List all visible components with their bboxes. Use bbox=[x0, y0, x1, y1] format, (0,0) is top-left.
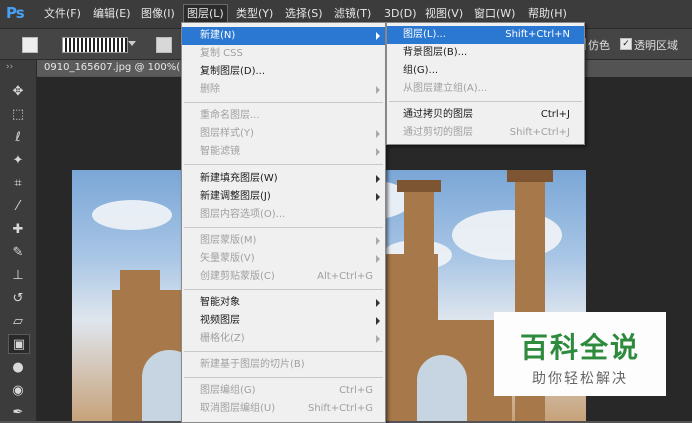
new-submenu: 图层(L)... Shift+Ctrl+N 背景图层(B)... 组(G)... … bbox=[386, 22, 585, 145]
healing-brush-icon[interactable]: ✚ bbox=[8, 220, 28, 238]
menu-item-rename-layer[interactable]: 重命名图层... bbox=[182, 107, 385, 125]
brush-icon[interactable]: ✎ bbox=[8, 243, 28, 261]
menu-item-ungroup-layers[interactable]: 取消图层编组(U) Shift+Ctrl+G bbox=[182, 400, 385, 418]
marquee-icon[interactable]: ⬚ bbox=[8, 105, 28, 123]
watermark-logo: 百科全说 助你轻松解决 bbox=[494, 312, 666, 396]
dodge-icon[interactable]: ◉ bbox=[8, 381, 28, 399]
menu-window[interactable]: 窗口(W) bbox=[474, 6, 515, 22]
dither-label: 仿色 bbox=[588, 39, 610, 52]
menu-separator bbox=[184, 164, 383, 165]
submenu-arrow-icon bbox=[376, 148, 380, 156]
menu-item-rasterize[interactable]: 栅格化(Z) bbox=[182, 330, 385, 348]
menu-type[interactable]: 类型(Y) bbox=[236, 6, 273, 22]
submenu-arrow-icon bbox=[376, 317, 380, 325]
submenu-arrow-icon bbox=[376, 255, 380, 263]
menu-image[interactable]: 图像(I) bbox=[141, 6, 175, 22]
menu-item-duplicate-layer[interactable]: 复制图层(D)... bbox=[182, 63, 385, 81]
transparency-label: 透明区域 bbox=[634, 39, 678, 52]
menu-item-copy-css[interactable]: 复制 CSS bbox=[182, 45, 385, 63]
transparency-checkbox[interactable]: ✓ bbox=[620, 38, 632, 50]
submenu-arrow-icon bbox=[376, 335, 380, 343]
submenu-arrow-icon bbox=[376, 299, 380, 307]
submenu-item-layer-via-cut[interactable]: 通过剪切的图层 Shift+Ctrl+J bbox=[387, 124, 584, 142]
submenu-arrow-icon bbox=[376, 86, 380, 94]
menu-help[interactable]: 帮助(H) bbox=[528, 6, 567, 22]
menu-item-create-clipping-mask[interactable]: 创建剪贴蒙版(C) Alt+Ctrl+G bbox=[182, 268, 385, 286]
menu-item-delete[interactable]: 删除 bbox=[182, 81, 385, 99]
tool-preset-swatch[interactable] bbox=[22, 37, 38, 53]
menu-filter[interactable]: 滤镜(T) bbox=[334, 6, 371, 22]
gradient-dropdown-icon[interactable] bbox=[128, 41, 136, 46]
submenu-item-layer-via-copy[interactable]: 通过拷贝的图层 Ctrl+J bbox=[387, 106, 584, 124]
crop-icon[interactable]: ⌗ bbox=[8, 174, 28, 192]
menu-edit[interactable]: 编辑(E) bbox=[93, 6, 131, 22]
menu-item-new-fill-layer[interactable]: 新建填充图层(W) bbox=[182, 170, 385, 188]
menu-item-video-layer[interactable]: 视频图层 bbox=[182, 312, 385, 330]
menu-separator bbox=[184, 227, 383, 228]
photoshop-logo: Ps bbox=[6, 4, 25, 22]
menu-item-layer-content-options[interactable]: 图层内容选项(O)... bbox=[182, 206, 385, 224]
menu-item-layer-mask[interactable]: 图层蒙版(M) bbox=[182, 232, 385, 250]
menu-item-group-layers[interactable]: 图层编组(G) Ctrl+G bbox=[182, 382, 385, 400]
watermark-subtitle: 助你轻松解决 bbox=[532, 371, 628, 387]
menu-item-vector-mask[interactable]: 矢量蒙版(V) bbox=[182, 250, 385, 268]
history-brush-icon[interactable]: ↺ bbox=[8, 289, 28, 307]
menu-layer[interactable]: 图层(L) bbox=[183, 4, 228, 24]
submenu-arrow-icon bbox=[376, 193, 380, 201]
layer-menu: 新建(N) 复制 CSS 复制图层(D)... 删除 重命名图层... 图层样式… bbox=[181, 22, 386, 423]
menu-item-new-layer-slice[interactable]: 新建基于图层的切片(B) bbox=[182, 356, 385, 374]
gradient-icon[interactable]: ▣ bbox=[8, 334, 30, 354]
submenu-item-group[interactable]: 组(G)... bbox=[387, 62, 584, 80]
eraser-icon[interactable]: ▱ bbox=[8, 312, 28, 330]
menu-separator bbox=[389, 101, 582, 102]
menu-select[interactable]: 选择(S) bbox=[285, 6, 323, 22]
menu-3d[interactable]: 3D(D) bbox=[384, 6, 417, 22]
submenu-arrow-icon bbox=[376, 130, 380, 138]
menu-item-smart-filter[interactable]: 智能滤镜 bbox=[182, 143, 385, 161]
menu-view[interactable]: 视图(V) bbox=[425, 6, 463, 22]
pen-icon[interactable]: ✒ bbox=[8, 403, 28, 421]
document-tab[interactable]: 0910_165607.jpg @ 100%(RGB/8) bbox=[37, 60, 195, 76]
move-icon[interactable]: ✥ bbox=[8, 82, 28, 100]
blur-icon[interactable]: ● bbox=[8, 358, 28, 376]
menu-item-new-adjustment-layer[interactable]: 新建调整图层(J) bbox=[182, 188, 385, 206]
tools-panel: ›› ✥ ⬚ ℓ ✦ ⌗ ⁄ ✚ ✎ ⊥ ↺ ▱ ▣ ● ◉ ✒ bbox=[0, 60, 37, 421]
submenu-arrow-icon bbox=[376, 237, 380, 245]
menu-file[interactable]: 文件(F) bbox=[44, 6, 81, 22]
menu-item-layer-style[interactable]: 图层样式(Y) bbox=[182, 125, 385, 143]
lasso-icon[interactable]: ℓ bbox=[8, 128, 28, 146]
submenu-arrow-icon bbox=[376, 32, 380, 40]
submenu-item-layer[interactable]: 图层(L)... Shift+Ctrl+N bbox=[387, 26, 584, 44]
eyedropper-icon[interactable]: ⁄ bbox=[8, 197, 28, 215]
submenu-item-group-from-layers[interactable]: 从图层建立组(A)... bbox=[387, 80, 584, 98]
magic-wand-icon[interactable]: ✦ bbox=[8, 151, 28, 169]
menu-item-smart-object[interactable]: 智能对象 bbox=[182, 294, 385, 312]
menu-separator bbox=[184, 351, 383, 352]
submenu-item-background-layer[interactable]: 背景图层(B)... bbox=[387, 44, 584, 62]
stamp-icon[interactable]: ⊥ bbox=[8, 266, 28, 284]
gradient-type-linear-icon[interactable] bbox=[156, 37, 172, 53]
menu-separator bbox=[184, 102, 383, 103]
gradient-picker[interactable] bbox=[62, 37, 128, 53]
collapse-icon[interactable]: ›› bbox=[6, 62, 13, 72]
menu-item-new[interactable]: 新建(N) bbox=[182, 27, 385, 45]
submenu-arrow-icon bbox=[376, 175, 380, 183]
menu-separator bbox=[184, 377, 383, 378]
watermark-title: 百科全说 bbox=[519, 331, 640, 364]
menu-separator bbox=[184, 289, 383, 290]
